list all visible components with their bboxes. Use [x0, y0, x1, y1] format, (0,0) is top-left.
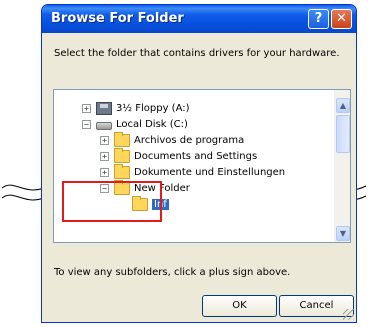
expand-icon[interactable]: + [100, 167, 109, 177]
tree-item-label: Documents and Settings [134, 150, 258, 162]
prompt-text: Select the folder that contains drivers … [54, 48, 340, 59]
tree-item-label: 3½ Floppy (A:) [116, 102, 190, 114]
hint-text: To view any subfolders, click a plus sig… [54, 267, 291, 278]
scroll-thumb[interactable] [336, 115, 350, 153]
close-button[interactable]: ✕ [331, 9, 352, 29]
title-bar[interactable]: Browse For Folder ? ✕ [42, 5, 356, 33]
vertical-scrollbar[interactable]: ▲ ▼ [334, 90, 350, 242]
tree-item-label: Archivos de programa [134, 134, 245, 146]
expand-icon[interactable]: + [82, 103, 91, 113]
expand-icon[interactable]: + [100, 135, 109, 145]
red-highlight-box [62, 181, 162, 222]
tree-item-label: Local Disk (C:) [116, 118, 188, 130]
folder-icon [114, 131, 130, 147]
ok-button[interactable]: OK [202, 295, 277, 317]
scroll-up-icon[interactable]: ▲ [336, 98, 350, 113]
help-button[interactable]: ? [308, 9, 329, 29]
hard-drive-icon [96, 121, 112, 130]
resize-grip-icon[interactable] [343, 309, 354, 320]
folder-icon [114, 147, 130, 163]
tree-item-dokumente[interactable]: + Dokumente und Einstellungen [100, 163, 286, 180]
tree-item-local-disk[interactable]: − Local Disk (C:) [82, 116, 188, 132]
expand-icon[interactable]: + [100, 151, 109, 161]
tree-item-documents[interactable]: + Documents and Settings [100, 147, 258, 164]
scroll-down-icon[interactable]: ▼ [336, 226, 350, 241]
folder-icon [114, 163, 130, 179]
window-title: Browse For Folder [51, 11, 184, 26]
tree-item-label: Dokumente und Einstellungen [134, 166, 286, 178]
floppy-icon [96, 101, 112, 115]
collapse-icon[interactable]: − [82, 119, 91, 129]
tree-item-floppy[interactable]: + 3½ Floppy (A:) [82, 100, 190, 116]
tree-item-archivos[interactable]: + Archivos de programa [100, 131, 245, 148]
browse-for-folder-dialog: Browse For Folder ? ✕ Select the folder … [41, 4, 357, 323]
